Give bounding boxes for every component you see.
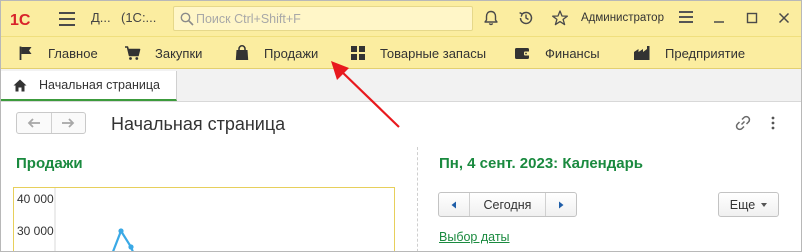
- grid-icon: [351, 46, 365, 60]
- more-menu-label: Еще: [729, 197, 756, 212]
- section-label: Закупки: [155, 45, 203, 61]
- favorites-star-icon[interactable]: [551, 9, 569, 27]
- calendar-title[interactable]: Пн, 4 сент. 2023: Календарь: [439, 155, 643, 172]
- open-windows-bar: Начальная страница: [1, 69, 801, 102]
- data-point[interactable]: [118, 228, 124, 234]
- y-tick-label: 40 000: [17, 192, 54, 206]
- page-title: Начальная страница: [111, 114, 286, 134]
- flag-icon: [19, 46, 32, 60]
- section-label: Финансы: [545, 45, 600, 61]
- infobase-title: Д...: [91, 10, 111, 25]
- section-finance[interactable]: Финансы: [514, 37, 600, 69]
- forward-button[interactable]: [50, 113, 86, 133]
- shopping-cart-icon: [125, 46, 141, 60]
- tab-home-page[interactable]: Начальная страница: [1, 71, 177, 101]
- section-label: Главное: [48, 45, 98, 61]
- section-inventory[interactable]: Товарные запасы: [350, 37, 486, 69]
- previous-day-button[interactable]: [439, 193, 469, 216]
- user-name[interactable]: Администратор: [581, 12, 664, 24]
- triangle-left-icon: [451, 201, 456, 208]
- logo-text: 1С: [10, 12, 31, 28]
- wallet-icon: [515, 48, 530, 59]
- section-main[interactable]: Главное: [18, 37, 98, 69]
- calendar-navigation: Сегодня: [438, 192, 577, 217]
- section-label: Продажи: [264, 45, 319, 61]
- application-window: 1С Д... (1С:... Администратор: [0, 0, 802, 252]
- main-menu-icon[interactable]: [59, 12, 75, 26]
- minimize-icon[interactable]: [710, 9, 728, 27]
- date-picker-link[interactable]: Выбор даты: [439, 230, 510, 244]
- chart-frame: [13, 187, 395, 251]
- search-box[interactable]: [173, 6, 473, 31]
- section-label: Товарные запасы: [380, 45, 487, 61]
- app-title: (1С:...: [121, 10, 157, 25]
- arrow-right-icon: [62, 118, 75, 128]
- triangle-right-icon: [559, 201, 564, 208]
- home-icon: [13, 79, 27, 91]
- tab-home-label: Начальная страница: [39, 78, 160, 92]
- notifications-bell-icon[interactable]: [482, 9, 500, 27]
- section-enterprise[interactable]: Предприятие: [633, 37, 745, 69]
- navigation-buttons: [16, 112, 86, 134]
- search-icon[interactable]: [180, 12, 194, 26]
- factory-icon: [634, 46, 650, 60]
- 1c-logo-icon[interactable]: 1С: [10, 10, 46, 28]
- column-divider: [417, 147, 418, 251]
- dropdown-caret-icon: [761, 202, 768, 207]
- y-axis-ticks: 40 000 30 000: [17, 192, 54, 238]
- workspace: Начальная страница Продажи 40 000 30 000 …: [1, 102, 801, 251]
- data-point[interactable]: [128, 244, 134, 250]
- sections-panel: Главное Закупки Продажи Товарные запасы …: [1, 36, 801, 69]
- link-icon[interactable]: [734, 114, 752, 132]
- shopping-bag-icon: [235, 45, 249, 60]
- sales-widget-title[interactable]: Продажи: [16, 155, 83, 172]
- close-icon[interactable]: [775, 9, 793, 27]
- back-button[interactable]: [17, 113, 51, 133]
- user-settings-menu-icon[interactable]: [679, 11, 695, 25]
- maximize-icon[interactable]: [743, 9, 761, 27]
- more-actions-icon[interactable]: [769, 114, 777, 132]
- section-label: Предприятие: [665, 45, 746, 61]
- section-sales[interactable]: Продажи: [234, 37, 318, 69]
- next-day-button[interactable]: [546, 193, 576, 216]
- title-bar: 1С Д... (1С:... Администратор: [1, 1, 801, 36]
- y-tick-label: 30 000: [17, 224, 54, 238]
- section-purchases[interactable]: Закупки: [124, 37, 202, 69]
- today-button[interactable]: Сегодня: [469, 193, 546, 216]
- more-menu-button[interactable]: Еще: [718, 192, 779, 217]
- search-input[interactable]: [196, 9, 466, 28]
- arrow-left-icon: [27, 118, 40, 128]
- history-icon[interactable]: [517, 9, 535, 27]
- sales-chart: 40 000 30 000: [13, 187, 395, 251]
